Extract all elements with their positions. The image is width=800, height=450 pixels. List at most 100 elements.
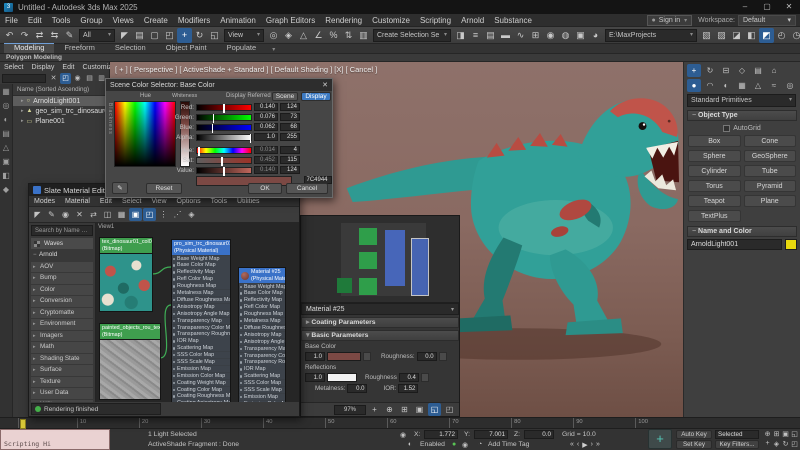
value-display-value[interactable]: 124 <box>280 166 300 174</box>
menu-item[interactable]: File <box>0 14 23 27</box>
row-arnoldlight001[interactable]: ▸ ○ ArnoldLight001 <box>13 96 109 106</box>
shapes-category-icon[interactable]: ◠ <box>703 79 717 92</box>
green-slider[interactable] <box>196 114 252 121</box>
blue-scene-value[interactable]: 0.062 <box>254 123 278 131</box>
ior-spinner[interactable]: 1.52 <box>398 384 418 393</box>
reflection-color-swatch[interactable] <box>327 373 357 382</box>
select-and-scale-icon[interactable]: ◱ <box>207 28 222 43</box>
basic-parameters-rollout[interactable]: ▾ Basic Parameters <box>301 330 459 341</box>
menu-item[interactable]: Tools <box>47 14 76 27</box>
refl-roughness-spinner[interactable]: 0.4 <box>399 373 419 382</box>
browser-category[interactable]: Bump <box>31 273 93 284</box>
play-icon[interactable]: ▶ <box>582 441 587 449</box>
layer-manager-icon[interactable]: ▤ <box>483 28 498 43</box>
rectangular-selection-region-icon[interactable]: ▢ <box>147 28 162 43</box>
import-icon[interactable]: ▧ <box>699 28 714 43</box>
minimize-button[interactable]: – <box>734 0 756 14</box>
select-and-manipulate-icon[interactable]: ◈ <box>281 28 296 43</box>
map-slot[interactable]: IOR Map <box>172 338 230 344</box>
mirror-icon[interactable]: ◨ <box>453 28 468 43</box>
node-view[interactable]: View1 tex_dinosaur01_col01_tex.png(Bitma… <box>96 223 299 402</box>
close-button[interactable]: ✕ <box>778 0 800 14</box>
scene-explorer-search-input[interactable] <box>2 74 46 83</box>
map-slot[interactable]: Base Weight Map <box>172 256 230 262</box>
base-color-map-button[interactable] <box>363 352 371 361</box>
map-slot[interactable]: Roughness Map <box>172 283 230 289</box>
window-crossing-icon[interactable]: ◰ <box>162 28 177 43</box>
browser-category[interactable]: Color <box>31 285 93 296</box>
previous-frame-icon[interactable]: ‹ <box>577 441 579 449</box>
select-by-name-icon[interactable]: ▤ <box>132 28 147 43</box>
red-slider[interactable] <box>196 104 252 111</box>
snaps-toggle-icon[interactable]: △ <box>296 28 311 43</box>
activeshade-lighting-icon[interactable]: ◐ <box>408 441 412 448</box>
menu-item[interactable]: Create <box>139 14 173 27</box>
display-children-icon[interactable]: ▤ <box>84 73 95 84</box>
menu-item[interactable]: Scripting <box>415 14 456 27</box>
show-background-icon[interactable]: ▦ <box>115 208 128 221</box>
systems-category-icon[interactable]: ◎ <box>783 79 797 92</box>
map-slot[interactable]: Anisotropy Angle Map <box>239 339 285 345</box>
browser-category[interactable]: Conversion <box>31 296 93 307</box>
menu-item[interactable]: Graph Editors <box>261 14 320 27</box>
ribbon-tab[interactable]: Object Paint <box>156 43 217 53</box>
snapshot-icon[interactable]: ◧ <box>744 28 759 43</box>
selection-set-dropdown[interactable]: Selected <box>715 430 759 439</box>
map-slot[interactable]: Emission Map <box>172 366 230 372</box>
browser-category[interactable]: Utility <box>31 400 93 403</box>
zoom-icon[interactable]: ⊕ <box>763 430 772 440</box>
node-diffuse-bitmap[interactable]: tex_dinosaur01_col01_tex.png(Bitmap) <box>99 237 153 312</box>
modify-tab-icon[interactable]: ↻ <box>703 64 717 77</box>
layout-children-icon[interactable]: ⋰ <box>171 208 184 221</box>
menu-item[interactable]: Arnold <box>456 14 489 27</box>
object-type-button[interactable]: Tube <box>744 165 797 177</box>
map-slot[interactable]: Transparency Roughness M <box>239 359 285 365</box>
map-slot[interactable]: Metalness Map <box>172 290 230 296</box>
object-type-button[interactable]: Sphere <box>688 150 741 162</box>
map-slot[interactable]: SSS Color Map <box>172 352 230 358</box>
active-viewport-icon[interactable]: ◩ <box>759 28 774 43</box>
reflection-weight-spinner[interactable]: 1.0 <box>305 373 325 382</box>
walk-through-icon[interactable]: ◈ <box>772 440 781 450</box>
map-slot[interactable]: Scattering Map <box>239 373 285 379</box>
map-slot[interactable]: Anisotropy Map <box>239 332 285 338</box>
map-slot[interactable]: Emission Color Map <box>239 401 285 402</box>
name-and-color-rollout[interactable]: − Name and Color <box>687 226 797 237</box>
select-and-link-icon[interactable]: ⇄ <box>32 28 47 43</box>
render-history-icon[interactable]: ◴ <box>774 28 789 43</box>
layout-graph-icon[interactable]: ◰ <box>443 403 456 416</box>
lock-explorer-icon[interactable]: ◉ <box>72 73 83 84</box>
object-type-button[interactable]: Torus <box>688 180 741 192</box>
lights-category-icon[interactable]: ◐ <box>719 79 733 92</box>
display-button[interactable]: Display <box>301 92 331 101</box>
ribbon-tab[interactable]: Freeform <box>54 43 104 53</box>
orbit-icon[interactable]: ↻ <box>781 440 790 450</box>
browser-category[interactable]: Surface <box>31 365 93 376</box>
map-slot[interactable]: SSS Color Map <box>239 380 285 386</box>
key-filters-button[interactable]: Key Filters... <box>715 440 759 449</box>
map-slot[interactable]: Coating Roughness Map <box>172 393 230 399</box>
sign-in-button[interactable]: ● Sign in ▾ <box>647 15 693 26</box>
value-slider[interactable] <box>196 167 252 174</box>
map-slot[interactable]: IOR Map <box>239 366 285 372</box>
maxscript-mini-listener[interactable]: Scripting Hi <box>0 429 110 450</box>
browser-category[interactable]: Environment <box>31 319 93 330</box>
map-slot[interactable]: Reflectivity Map <box>239 297 285 303</box>
menu-item[interactable]: Rendering <box>320 14 367 27</box>
row-plane001[interactable]: ▸ ▭ Plane001 <box>13 116 109 126</box>
menu-item[interactable]: Substance <box>489 14 537 27</box>
object-type-rollout[interactable]: − Object Type <box>687 110 797 121</box>
map-slot[interactable]: Anisotropy Angle Map <box>172 311 230 317</box>
move-children-icon[interactable]: ⇄ <box>87 208 100 221</box>
map-slot[interactable]: Emission Color Map <box>172 373 230 379</box>
maximize-button[interactable]: ▢ <box>756 0 778 14</box>
scene-explorer-menu-item[interactable]: Display <box>27 64 58 71</box>
slate-menu-item[interactable]: Edit <box>95 198 117 205</box>
map-slot[interactable]: Transparency Color Map <box>239 353 285 359</box>
zoom-region-icon[interactable]: ◱ <box>790 430 799 440</box>
navigator-node-block-selected[interactable] <box>411 238 429 296</box>
geometry-category-icon[interactable]: ● <box>687 79 701 92</box>
select-object-icon[interactable]: ◤ <box>117 28 132 43</box>
cancel-button[interactable]: Cancel <box>286 183 328 194</box>
display-cameras-icon[interactable]: △ <box>3 143 9 152</box>
